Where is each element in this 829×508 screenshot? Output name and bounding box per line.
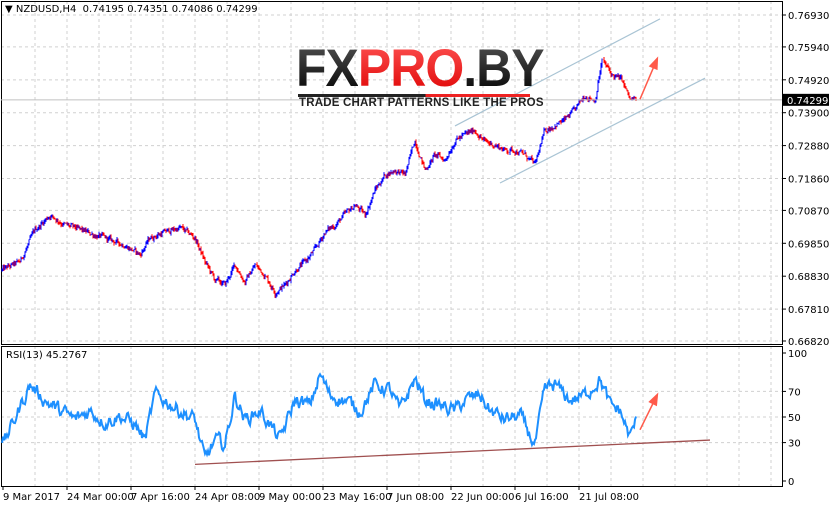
price-tick-label: 0.73900 (788, 109, 829, 120)
rsi-tick-label: 0 (788, 477, 794, 488)
logo-fx: FX (296, 38, 359, 98)
price-tick-label: 0.68830 (788, 272, 829, 283)
rsi-tick-label: 100 (788, 349, 807, 360)
time-tick-label: 24 Apr 08:00 (195, 492, 260, 503)
time-tick-label: 6 Jul 16:00 (515, 492, 569, 503)
rsi-header: RSI(13) 45.2767 (6, 350, 88, 361)
time-tick-label: 22 Jun 00:00 (451, 492, 515, 503)
rsi-tick-label: 70 (788, 387, 801, 398)
rsi-line (1, 372, 637, 458)
fxpro-logo: FXPRO.BY TRADE CHART PATTERNS LIKE THE P… (296, 41, 545, 109)
price-tick-label: 0.75940 (788, 43, 829, 54)
rsi-tick-label: 30 (788, 439, 801, 450)
price-tick-label: 0.74920 (788, 76, 829, 87)
time-tick-label: 9 Mar 2017 (3, 492, 60, 503)
price-tick-label: 0.69850 (788, 239, 829, 250)
time-tick-label: 7 Apr 16:00 (131, 492, 190, 503)
logo-tagline: TRADE CHART PATTERNS LIKE THE PROS (299, 97, 544, 109)
price-tick-label: 0.67810 (788, 305, 829, 316)
chart-window[interactable]: 0.76930 0.75940 0.74920 0.73900 0.72880 0.718… (0, 0, 829, 508)
logo-pro: PRO (357, 38, 464, 98)
rsi-trendline (194, 439, 711, 466)
price-tick-label: 0.72880 (788, 142, 829, 153)
time-tick-label: 7 Jun 08:00 (387, 492, 444, 503)
time-tick-label: 21 Jul 08:00 (579, 492, 639, 503)
time-tick-label: 24 Mar 00:00 (67, 492, 134, 503)
price-up-arrow-head-icon (648, 56, 659, 71)
rsi-tick-label: 50 (788, 413, 801, 424)
time-tick-label: 23 May 16:00 (323, 492, 392, 503)
time-tick-label: 9 May 00:00 (259, 492, 321, 503)
price-tick-label: 0.66820 (788, 337, 829, 348)
price-tick-label: 0.70870 (788, 206, 829, 217)
current-price-label: 0.74299 (787, 96, 828, 107)
price-tick-label: 0.76930 (788, 11, 829, 22)
logo-by: .BY (463, 38, 544, 98)
price-tick-label: 0.71860 (788, 174, 829, 185)
rsi-up-arrow-head-icon (648, 392, 659, 407)
symbol-header: ▼ NZDUSD,H4 0.74195 0.74351 0.74086 0.74… (5, 4, 258, 15)
